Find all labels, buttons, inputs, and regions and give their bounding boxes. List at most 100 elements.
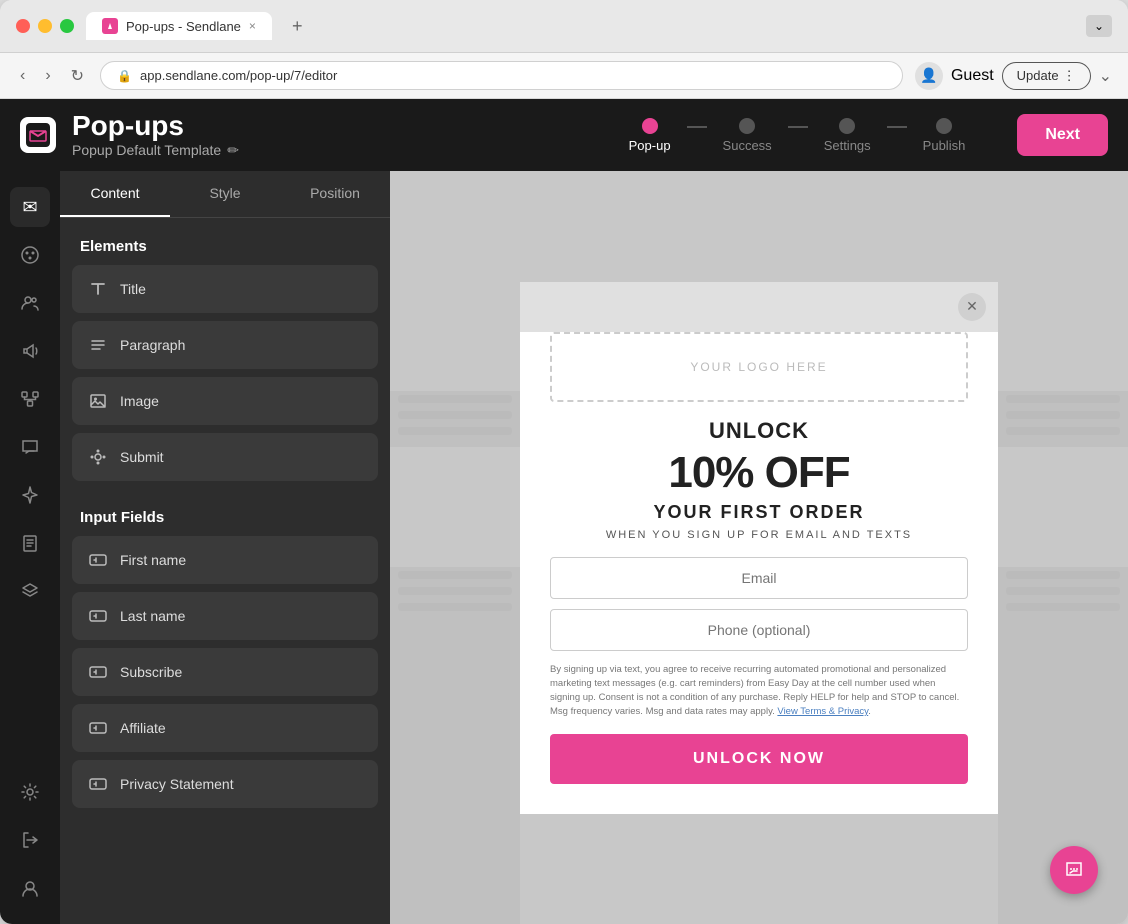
input-fields-section-header: Input Fields xyxy=(60,489,390,536)
tab-title: Pop-ups - Sendlane xyxy=(126,19,241,34)
input-first-name-label: First name xyxy=(120,552,186,568)
input-privacy-label: Privacy Statement xyxy=(120,776,234,792)
element-paragraph-label: Paragraph xyxy=(120,337,185,353)
popup-headline3: YOUR FIRST ORDER xyxy=(550,502,968,523)
traffic-lights xyxy=(16,19,74,33)
preview-left-bar1 xyxy=(398,395,512,403)
sidebar-item-sparkle[interactable] xyxy=(10,475,50,515)
new-tab-button[interactable]: + xyxy=(284,14,311,39)
preview-right-bar3 xyxy=(1006,427,1120,435)
wizard-step-popup[interactable]: Pop-up xyxy=(613,118,687,153)
edit-subtitle-icon[interactable]: ✏ xyxy=(227,142,239,159)
sidebar-item-chat[interactable] xyxy=(10,427,50,467)
element-image[interactable]: Image xyxy=(72,377,378,425)
page-subtitle: Popup Default Template ✏ xyxy=(72,142,597,159)
step-label-success: Success xyxy=(723,138,772,153)
browser-titlebar: Pop-ups - Sendlane × + ⌄ xyxy=(0,0,1128,53)
step-dot-settings xyxy=(839,118,855,134)
account-label: Guest xyxy=(951,67,994,85)
title-icon xyxy=(88,279,108,299)
step-label-popup: Pop-up xyxy=(629,138,671,153)
element-paragraph[interactable]: Paragraph xyxy=(72,321,378,369)
sidebar-item-palette[interactable] xyxy=(10,235,50,275)
refresh-button[interactable]: ↻ xyxy=(67,62,88,90)
subscribe-icon xyxy=(88,662,108,682)
step-line-2 xyxy=(788,126,808,128)
popup-headline2: 10% OFF xyxy=(550,448,968,498)
input-affiliate[interactable]: Affiliate xyxy=(72,704,378,752)
preview-right-bar1 xyxy=(1006,395,1120,403)
preview-area: ✕ Your Logo Here UNLOCK 10% OFF YOUR FIR… xyxy=(390,171,1128,924)
sidebar-item-layers[interactable] xyxy=(10,571,50,611)
wizard-steps: Pop-up Success Settings Publish xyxy=(613,118,982,153)
popup-legal-link[interactable]: View Terms & Privacy xyxy=(777,706,868,717)
sidebar-tab-bar: Content Style Position xyxy=(60,171,390,218)
popup-top-bar: ✕ xyxy=(520,282,998,332)
window-controls: ⌄ xyxy=(1086,15,1112,37)
icon-sidebar: ✉ xyxy=(0,171,60,924)
sidebar-item-workflow[interactable] xyxy=(10,379,50,419)
input-last-name-label: Last name xyxy=(120,608,185,624)
update-menu-icon: ⋮ xyxy=(1063,68,1076,84)
popup-cta-button[interactable]: UNLOCK NOW xyxy=(550,734,968,784)
preview-right-bar4 xyxy=(1006,571,1120,579)
element-submit[interactable]: Submit xyxy=(72,433,378,481)
window-minimize[interactable]: ⌄ xyxy=(1086,15,1112,37)
tab-style[interactable]: Style xyxy=(170,171,280,217)
step-label-settings: Settings xyxy=(824,138,871,153)
privacy-icon xyxy=(88,774,108,794)
sidebar-item-mail[interactable]: ✉ xyxy=(10,187,50,227)
wizard-step-settings[interactable]: Settings xyxy=(808,118,887,153)
preview-right-side xyxy=(998,171,1128,924)
input-subscribe-label: Subscribe xyxy=(120,664,182,680)
chat-support-button[interactable] xyxy=(1050,846,1098,894)
popup-email-input[interactable] xyxy=(550,557,968,599)
update-button[interactable]: Update ⋮ xyxy=(1002,62,1091,90)
main-layout: ✉ xyxy=(0,171,1128,924)
preview-right-bar6 xyxy=(1006,603,1120,611)
last-name-icon xyxy=(88,606,108,626)
app-container: Pop-ups Popup Default Template ✏ Pop-up … xyxy=(0,99,1128,924)
preview-left-side xyxy=(390,171,520,924)
popup-form: Your Logo Here UNLOCK 10% OFF YOUR FIRST… xyxy=(520,332,998,814)
input-first-name[interactable]: First name xyxy=(72,536,378,584)
back-button[interactable]: ‹ xyxy=(16,63,29,89)
expand-button[interactable]: ⌄ xyxy=(1099,66,1112,86)
sidebar-item-settings[interactable] xyxy=(10,772,50,812)
content-sidebar: Content Style Position Elements Title xyxy=(60,171,390,924)
input-last-name[interactable]: Last name xyxy=(72,592,378,640)
input-subscribe[interactable]: Subscribe xyxy=(72,648,378,696)
logo-placeholder: Your Logo Here xyxy=(550,332,968,402)
sidebar-item-pages[interactable] xyxy=(10,523,50,563)
preview-right-bar2 xyxy=(1006,411,1120,419)
popup-phone-input[interactable] xyxy=(550,609,968,651)
input-affiliate-label: Affiliate xyxy=(120,720,166,736)
sidebar-item-logout[interactable] xyxy=(10,820,50,860)
tab-content[interactable]: Content xyxy=(60,171,170,217)
tab-position[interactable]: Position xyxy=(280,171,390,217)
step-label-publish: Publish xyxy=(923,138,966,153)
minimize-traffic-light[interactable] xyxy=(38,19,52,33)
step-dot-success xyxy=(739,118,755,134)
tab-favicon xyxy=(102,18,118,34)
paragraph-icon xyxy=(88,335,108,355)
close-traffic-light[interactable] xyxy=(16,19,30,33)
wizard-step-success[interactable]: Success xyxy=(707,118,788,153)
next-button[interactable]: Next xyxy=(1017,114,1108,156)
popup-center: ✕ Your Logo Here UNLOCK 10% OFF YOUR FIR… xyxy=(520,282,998,814)
app-logo xyxy=(20,117,56,153)
close-popup-button[interactable]: ✕ xyxy=(958,293,986,321)
sidebar-item-profile[interactable] xyxy=(10,868,50,908)
tab-close-btn[interactable]: × xyxy=(249,19,256,33)
address-bar: ‹ › ↻ 🔒 app.sendlane.com/pop-up/7/editor… xyxy=(0,53,1128,99)
wizard-step-publish[interactable]: Publish xyxy=(907,118,982,153)
forward-button[interactable]: › xyxy=(41,63,54,89)
element-title[interactable]: Title xyxy=(72,265,378,313)
address-field[interactable]: 🔒 app.sendlane.com/pop-up/7/editor xyxy=(100,61,903,90)
preview-right-top xyxy=(998,171,1128,391)
maximize-traffic-light[interactable] xyxy=(60,19,74,33)
browser-tab[interactable]: Pop-ups - Sendlane × xyxy=(86,12,272,40)
input-privacy-statement[interactable]: Privacy Statement xyxy=(72,760,378,808)
sidebar-item-megaphone[interactable] xyxy=(10,331,50,371)
sidebar-item-contacts[interactable] xyxy=(10,283,50,323)
